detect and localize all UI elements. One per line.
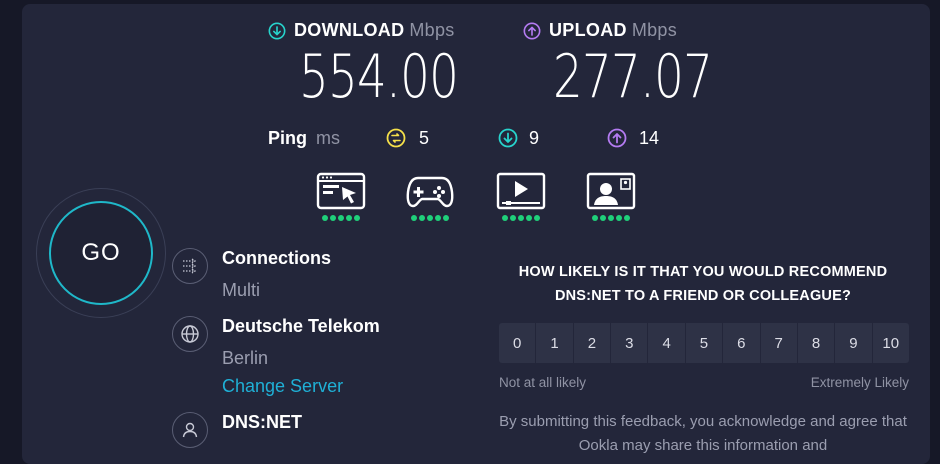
connections-value[interactable]: Multi xyxy=(222,280,260,301)
gaming-dots xyxy=(405,215,455,221)
scale-option-6[interactable]: 6 xyxy=(723,323,760,363)
scale-low-label: Not at all likely xyxy=(499,375,587,390)
connections-icon xyxy=(172,248,208,284)
web-browsing-dots xyxy=(316,215,366,221)
ping-idle-value: 5 xyxy=(419,127,430,148)
scale-option-2[interactable]: 2 xyxy=(573,323,611,363)
user-icon xyxy=(172,412,208,448)
ping-download-value: 9 xyxy=(529,127,540,148)
video-chat-rating xyxy=(586,172,636,226)
video-streaming-dots xyxy=(496,215,546,221)
ping-upload-value: 14 xyxy=(639,127,660,148)
video-streaming-rating xyxy=(496,172,546,226)
server-location: Berlin xyxy=(222,348,269,368)
scale-option-9[interactable]: 9 xyxy=(835,323,872,363)
survey-question: HOW LIKELY IS IT THAT YOU WOULD RECOMMEN… xyxy=(518,264,888,304)
scale-option-10[interactable]: 10 xyxy=(872,323,909,363)
gaming-rating xyxy=(405,172,455,226)
consent-text: By submitting this feedback, you acknowl… xyxy=(499,413,907,454)
scale-option-3[interactable]: 3 xyxy=(611,323,648,363)
download-speed: 554.00 xyxy=(299,42,459,112)
scale-option-8[interactable]: 8 xyxy=(797,323,835,363)
upload-unit: Mbps xyxy=(631,20,678,40)
ping-idle-icon xyxy=(386,126,406,150)
go-button[interactable]: GO xyxy=(49,201,153,305)
download-header: DOWNLOAD Mbps xyxy=(268,20,455,41)
isp-name: DNS:NET xyxy=(222,412,302,432)
scale-option-1[interactable]: 1 xyxy=(536,323,573,363)
upload-arrow-icon xyxy=(523,22,541,39)
scale-option-7[interactable]: 7 xyxy=(760,323,797,363)
video-chat-icon xyxy=(586,172,636,210)
video-chat-dots xyxy=(586,215,636,221)
server-provider-name: Deutsche Telekom xyxy=(222,316,380,336)
ping-upload-icon xyxy=(607,126,627,150)
download-arrow-icon xyxy=(268,22,286,39)
gaming-icon xyxy=(406,176,454,208)
upload-header: UPLOAD Mbps xyxy=(523,20,677,41)
ping-unit: ms xyxy=(316,127,340,148)
connections-title: Connections xyxy=(222,248,332,268)
ping-label: Ping xyxy=(268,127,307,148)
ping-download-icon xyxy=(498,126,518,150)
upload-label: UPLOAD xyxy=(549,20,627,40)
recommend-scale: 0 1 2 3 4 5 6 7 8 9 10 xyxy=(499,323,909,363)
download-unit: Mbps xyxy=(409,20,455,40)
upload-speed: 277.07 xyxy=(553,42,713,112)
change-server-link[interactable]: Change Server xyxy=(222,376,343,397)
scale-option-5[interactable]: 5 xyxy=(685,323,723,363)
video-streaming-icon xyxy=(496,172,546,210)
ping-row: Ping ms 5 9 14 xyxy=(268,126,688,150)
web-browsing-rating xyxy=(316,172,366,226)
scale-high-label: Extremely Likely xyxy=(810,375,909,390)
download-label: DOWNLOAD xyxy=(294,20,405,40)
scale-option-0[interactable]: 0 xyxy=(499,323,536,363)
web-browsing-icon xyxy=(316,172,366,210)
globe-icon xyxy=(172,316,208,352)
scale-option-4[interactable]: 4 xyxy=(648,323,685,363)
